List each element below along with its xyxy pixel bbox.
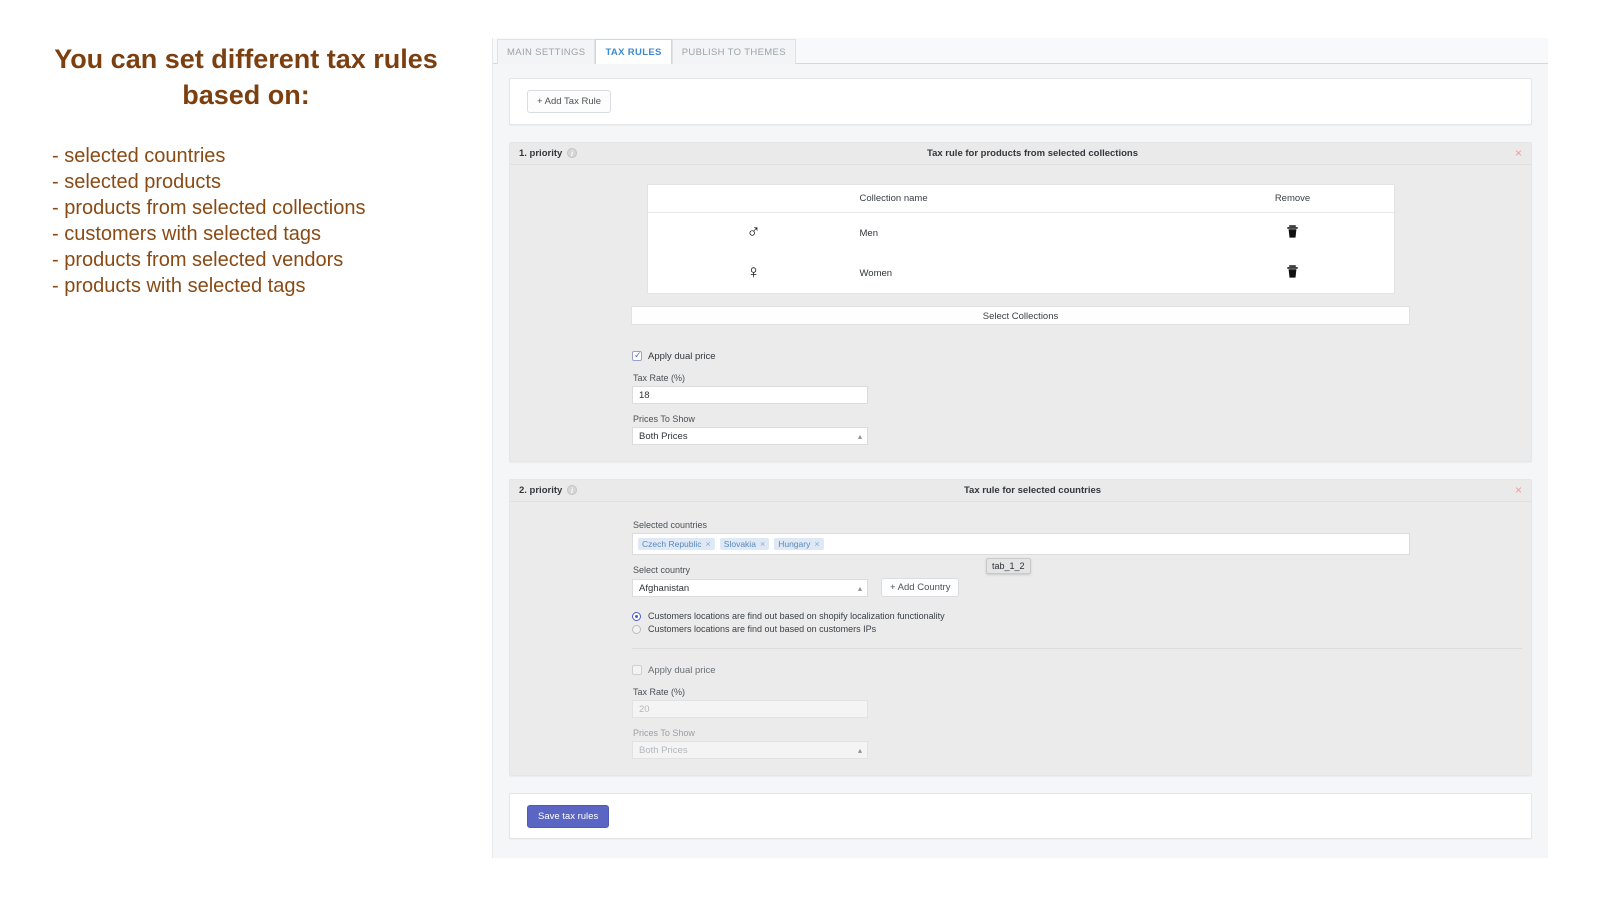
country-tag[interactable]: Czech Republic ×	[638, 538, 715, 550]
rule-2-body: Selected countries Czech Republic × Slov…	[510, 502, 1531, 775]
radio-option-customer-ips[interactable]: Customers locations are find out based o…	[632, 624, 1531, 634]
radio-icon[interactable]	[632, 625, 641, 634]
table-row: ♀ Women	[648, 253, 1394, 293]
screenshot-root: You can set different tax rules based on…	[0, 0, 1600, 900]
mars-icon: ♂	[648, 222, 860, 244]
country-tag-label: Hungary	[778, 539, 810, 549]
remove-cell	[1192, 225, 1394, 241]
venus-icon: ♀	[648, 262, 860, 284]
remove-tag-icon[interactable]: ×	[760, 539, 765, 549]
collections-table: Collection name Remove ♂ Men	[647, 184, 1395, 294]
country-tag-label: Czech Republic	[642, 539, 702, 549]
prices-to-show-value: Both Prices	[639, 745, 688, 756]
prices-to-show-select[interactable]: Both Prices ▴	[632, 427, 868, 445]
add-tax-rule-button[interactable]: + Add Tax Rule	[527, 90, 611, 113]
chevron-updown-icon: ▴	[858, 742, 862, 760]
list-item: - customers with selected tags	[52, 221, 482, 247]
apply-dual-price-label: Apply dual price	[648, 665, 716, 676]
country-tag-label: Slovakia	[724, 539, 756, 549]
tab-publish-to-themes[interactable]: PUBLISH TO THEMES	[672, 39, 796, 64]
rule-2-header: 2. priority i Tax rule for selected coun…	[510, 480, 1531, 502]
rule-1-header: 1. priority i Tax rule for products from…	[510, 143, 1531, 165]
chevron-updown-icon: ▴	[858, 428, 862, 446]
prices-to-show-label: Prices To Show	[633, 728, 1531, 738]
add-tax-rule-card: + Add Tax Rule	[509, 78, 1532, 125]
rule-2-form: Selected countries Czech Republic × Slov…	[510, 520, 1531, 759]
app-screenshot: MAIN SETTINGSTAX RULESPUBLISH TO THEMES …	[492, 38, 1548, 858]
collection-name-cell: Women	[860, 268, 1192, 279]
column-header-remove: Remove	[1192, 193, 1394, 204]
prices-to-show-value: Both Prices	[639, 431, 688, 442]
locations-radio-group: Customers locations are find out based o…	[632, 611, 1531, 634]
trash-icon[interactable]	[1287, 225, 1298, 241]
apply-dual-price-label: Apply dual price	[648, 351, 716, 362]
select-country-row: Afghanistan ▴ + Add Country	[632, 578, 1531, 597]
remove-tag-icon[interactable]: ×	[814, 539, 819, 549]
country-tag[interactable]: Slovakia ×	[720, 538, 769, 550]
tax-rate-input[interactable]: 20	[632, 700, 868, 718]
radio-option-label: Customers locations are find out based o…	[648, 611, 945, 621]
close-icon[interactable]: ×	[1515, 483, 1522, 497]
slide-panel: You can set different tax rules based on…	[0, 0, 492, 900]
remove-cell	[1192, 265, 1394, 281]
radio-icon-selected[interactable]	[632, 612, 641, 621]
rule-1-body: Collection name Remove ♂ Men	[510, 165, 1531, 461]
tax-rate-label: Tax Rate (%)	[633, 687, 1531, 697]
select-country-dropdown[interactable]: Afghanistan ▴	[632, 579, 868, 597]
apply-dual-price-row-1[interactable]: Apply dual price	[632, 349, 1531, 363]
remove-tag-icon[interactable]: ×	[706, 539, 711, 549]
list-item: - selected countries	[52, 143, 482, 169]
add-country-button[interactable]: + Add Country	[881, 578, 959, 597]
rule-2-title: Tax rule for selected countries	[510, 485, 1531, 496]
radio-option-shopify-localization[interactable]: Customers locations are find out based o…	[632, 611, 1531, 621]
list-item: - selected products	[52, 169, 482, 195]
select-collections-button[interactable]: Select Collections	[631, 306, 1410, 325]
column-header-collection-name: Collection name	[860, 193, 1192, 204]
rule-1-title: Tax rule for products from selected coll…	[510, 148, 1531, 159]
table-row: ♂ Men	[648, 213, 1394, 253]
tab-bar: MAIN SETTINGSTAX RULESPUBLISH TO THEMES	[493, 38, 1548, 64]
apply-dual-price-row-2[interactable]: Apply dual price	[632, 663, 1531, 677]
tax-rule-card-2: 2. priority i Tax rule for selected coun…	[509, 479, 1532, 776]
trash-icon[interactable]	[1287, 265, 1298, 281]
radio-option-label: Customers locations are find out based o…	[648, 624, 876, 634]
list-item: - products from selected collections	[52, 195, 482, 221]
tab-tax-rules[interactable]: TAX RULES	[595, 39, 671, 64]
apply-dual-price-checkbox[interactable]	[632, 351, 642, 361]
save-tax-rules-button[interactable]: Save tax rules	[527, 805, 609, 828]
rule-1-form: Apply dual price Tax Rate (%) 18 Prices …	[510, 349, 1531, 445]
select-country-label: Select country	[633, 565, 1531, 575]
save-bar-card: Save tax rules	[509, 793, 1532, 839]
selected-countries-label: Selected countries	[633, 520, 1531, 530]
prices-to-show-select[interactable]: Both Prices ▴	[632, 741, 868, 759]
apply-dual-price-checkbox[interactable]	[632, 665, 642, 675]
tax-rule-card-1: 1. priority i Tax rule for products from…	[509, 142, 1532, 462]
tab-main-settings[interactable]: MAIN SETTINGS	[497, 39, 595, 64]
section-divider	[632, 648, 1522, 649]
collection-name-cell: Men	[860, 228, 1192, 239]
tax-rate-input[interactable]: 18	[632, 386, 868, 404]
country-tag[interactable]: Hungary ×	[774, 538, 823, 550]
close-icon[interactable]: ×	[1515, 146, 1522, 160]
list-item: - products with selected tags	[52, 273, 482, 299]
select-country-value: Afghanistan	[639, 583, 689, 594]
slide-bullet-list: - selected countries - selected products…	[52, 143, 482, 299]
trash-icon-svg	[1287, 265, 1298, 278]
selected-countries-tagbox[interactable]: Czech Republic × Slovakia × Hungary ×	[632, 533, 1410, 555]
trash-icon-svg	[1287, 225, 1298, 238]
slide-title: You can set different tax rules based on…	[24, 42, 468, 113]
tax-rate-label: Tax Rate (%)	[633, 373, 1531, 383]
prices-to-show-label: Prices To Show	[633, 414, 1531, 424]
list-item: - products from selected vendors	[52, 247, 482, 273]
collections-table-header: Collection name Remove	[648, 185, 1394, 213]
tab-tooltip: tab_1_2	[986, 558, 1031, 574]
chevron-updown-icon: ▴	[858, 580, 862, 598]
